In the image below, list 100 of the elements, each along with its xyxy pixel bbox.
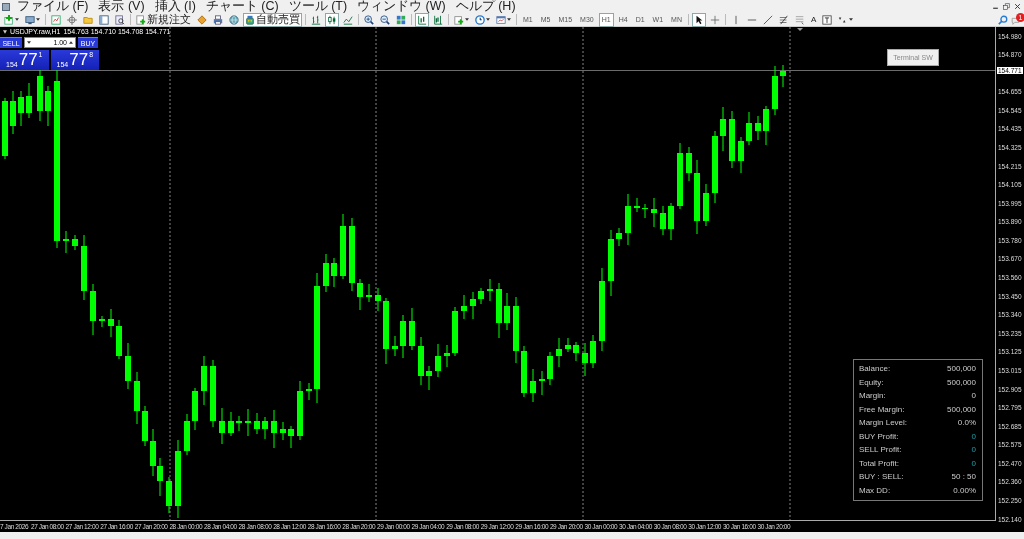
candle [228,411,234,437]
candle [306,382,312,401]
candle [10,90,16,135]
candle [426,365,432,391]
candle [616,227,622,247]
menu-item[interactable]: チャート (C) [200,0,284,13]
account-label: BUY : SELL: [859,471,905,483]
account-label: Max DD: [859,484,892,497]
candle [375,287,381,312]
candle [184,413,190,456]
template-icon [496,14,506,25]
candle [297,380,303,441]
menu-item[interactable]: 挿入 (I) [149,0,201,13]
close-icon [1014,3,1021,10]
candle [478,287,484,305]
candle [400,314,406,359]
candlestick-icon [327,14,337,25]
candle [521,345,527,398]
candle [45,85,51,127]
candle [383,297,389,365]
spin-up-icon [69,41,73,44]
candle [90,283,96,336]
candle [435,343,441,378]
candle [487,278,493,302]
candle [703,183,709,227]
toolbar-button[interactable] [113,12,127,27]
crosshair-icon [709,14,720,25]
candle [668,202,674,241]
candle [288,425,294,449]
candle [2,97,8,160]
candle [63,230,69,254]
account-value: 500,000 [947,403,976,416]
candle [108,308,114,338]
search-icon [998,14,1008,25]
candle [573,341,579,362]
account-value: 50 : 50 [950,471,976,483]
crosshair-icon [67,14,77,25]
candle [738,136,744,174]
candle [340,213,346,280]
candle [565,337,571,353]
candle [366,283,372,303]
text-tool-button[interactable]: A [808,12,819,27]
candle [746,111,752,146]
candle [513,296,519,364]
fibonacci-icon [778,14,789,25]
menu-item[interactable]: ファイル (F) [12,0,94,13]
candle [236,415,242,432]
menu-item[interactable]: 表示 (V) [93,0,150,13]
account-label: SELL Profit: [859,444,903,456]
account-value: 0.0% [956,417,976,429]
account-value: 0 [970,390,976,402]
candle [651,197,657,228]
trend-line-icon [762,14,773,25]
restore-icon [1003,3,1010,10]
chart-shift-icon [433,14,443,25]
menu-item[interactable]: ツール (T) [283,0,353,13]
candle [582,342,588,377]
candle [219,407,225,445]
candle [26,82,32,119]
candle [780,64,786,88]
caret-icon [849,18,854,21]
account-label: Balance: [859,363,892,375]
menu-item[interactable]: ヘルプ (H) [450,0,521,13]
account-value: 500,000 [947,376,976,389]
candle [504,292,510,331]
candle [418,336,424,386]
candle [772,65,778,116]
toolbar-button[interactable] [325,12,339,27]
account-value: 0.00% [952,484,976,497]
account-value: 500,000 [947,363,976,375]
candle [634,197,640,213]
text-label-icon [822,14,833,25]
candle [201,355,207,406]
menu-item[interactable]: ウィンドウ (W) [352,0,451,13]
candle [81,234,87,301]
candle [642,203,648,219]
caret-icon [465,18,469,21]
candle [262,416,268,440]
chart-window-icon [51,14,61,25]
candle [125,342,131,390]
collapse-icon [3,29,7,34]
folder-icon [83,14,93,25]
zoom-out-icon [380,14,390,25]
document-search-icon [115,14,125,25]
candle [271,409,277,449]
candle [254,412,260,435]
indicator-add-icon [454,14,464,25]
new-order-button[interactable]: 新規注文 [134,12,193,27]
caret-icon [507,18,511,21]
candle [323,253,329,293]
spin-down-icon [27,41,31,44]
candle [755,115,761,141]
candle [677,142,683,210]
candle [99,315,105,328]
candle [409,307,415,351]
diamond-icon [197,14,207,25]
candle [608,229,614,297]
robot-icon [245,14,255,25]
account-label: Total Profit: [859,457,900,470]
window-icon [99,14,109,25]
